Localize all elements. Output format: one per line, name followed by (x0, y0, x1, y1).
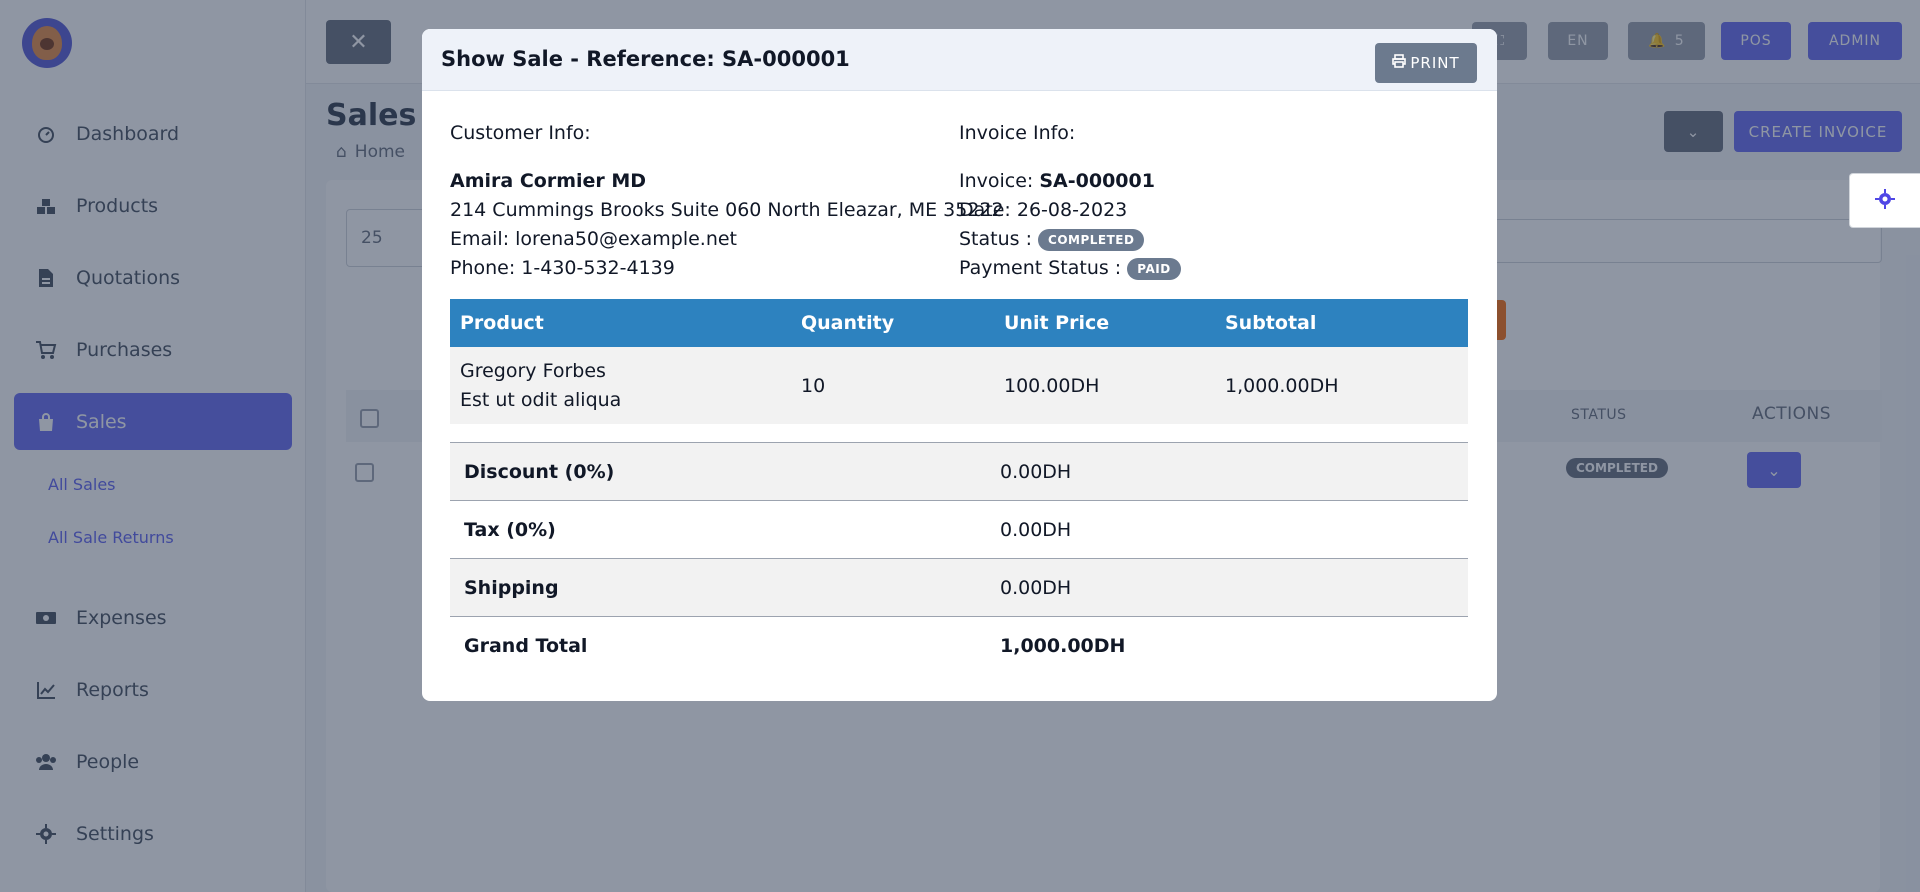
grand-total-label: Grand Total (464, 634, 588, 657)
product-code: Est ut odit aliqua (460, 388, 622, 411)
invoice-number-line: Invoice: SA-000001 (959, 167, 1181, 196)
print-button[interactable]: PRINT (1375, 43, 1477, 83)
show-sale-modal: Show Sale - Reference: SA-000001 PRINT C… (422, 29, 1497, 701)
modal-reference: SA-000001 (722, 47, 850, 71)
invoice-info-heading: Invoice Info: (959, 122, 1076, 144)
modal-header: Show Sale - Reference: SA-000001 PRINT (422, 29, 1497, 91)
customizer-button[interactable] (1849, 173, 1920, 228)
products-table-header: Product Quantity Unit Price Subtotal (450, 299, 1468, 347)
customer-info-heading: Customer Info: (450, 122, 591, 144)
shipping-row: Shipping 0.00DH (450, 558, 1468, 616)
invoice-status-line: Status : COMPLETED (959, 225, 1181, 254)
discount-label: Discount (0%) (464, 460, 615, 483)
discount-row: Discount (0%) 0.00DH (450, 442, 1468, 500)
status-badge: COMPLETED (1038, 228, 1145, 251)
print-label: PRINT (1410, 54, 1460, 72)
customer-info: Customer Info: Amira Cormier MD 214 Cumm… (450, 119, 1004, 283)
quantity-cell: 10 (801, 374, 826, 397)
invoice-date: Date: 26-08-2023 (959, 199, 1128, 221)
unit-price-cell: 100.00DH (1004, 374, 1100, 397)
grand-total-row: Grand Total 1,000.00DH (450, 616, 1468, 674)
column-product: Product (460, 312, 544, 334)
invoice-label: Invoice: (959, 170, 1040, 192)
product-cell: Gregory Forbes Est ut odit aliqua (450, 357, 791, 415)
customer-phone: Phone: 1-430-532-4139 (450, 257, 675, 279)
payment-status-label: Payment Status : (959, 257, 1128, 279)
invoice-number: SA-000001 (1039, 170, 1155, 192)
print-icon (1392, 54, 1407, 72)
invoice-info: Invoice Info: Invoice: SA-000001 Date: 2… (959, 119, 1181, 283)
product-name: Gregory Forbes (460, 359, 606, 382)
tax-row: Tax (0%) 0.00DH (450, 500, 1468, 558)
grand-total-value: 1,000.00DH (1000, 634, 1126, 657)
customer-name: Amira Cormier MD (450, 170, 647, 192)
customer-email: Email: lorena50@example.net (450, 228, 738, 250)
tax-value: 0.00DH (1000, 518, 1072, 541)
totals-table: Discount (0%) 0.00DH Tax (0%) 0.00DH Shi… (450, 442, 1468, 674)
modal-title-prefix: Show Sale - Reference: (441, 47, 723, 71)
column-unit-price: Unit Price (1004, 312, 1110, 334)
customer-address: 214 Cummings Brooks Suite 060 North Elea… (450, 199, 1004, 221)
payment-status-line: Payment Status : PAID (959, 254, 1181, 283)
table-row: Gregory Forbes Est ut odit aliqua 10 100… (450, 347, 1468, 424)
gear-icon (1875, 188, 1895, 213)
subtotal-cell: 1,000.00DH (1225, 374, 1339, 397)
tax-label: Tax (0%) (464, 518, 556, 541)
shipping-value: 0.00DH (1000, 576, 1072, 599)
discount-value: 0.00DH (1000, 460, 1072, 483)
status-label: Status : (959, 228, 1039, 250)
shipping-label: Shipping (464, 576, 559, 599)
column-quantity: Quantity (801, 312, 895, 334)
products-table: Product Quantity Unit Price Subtotal Gre… (450, 299, 1468, 424)
column-subtotal: Subtotal (1225, 312, 1317, 334)
modal-title: Show Sale - Reference: SA-000001 (441, 47, 850, 71)
payment-status-badge: PAID (1127, 257, 1181, 280)
